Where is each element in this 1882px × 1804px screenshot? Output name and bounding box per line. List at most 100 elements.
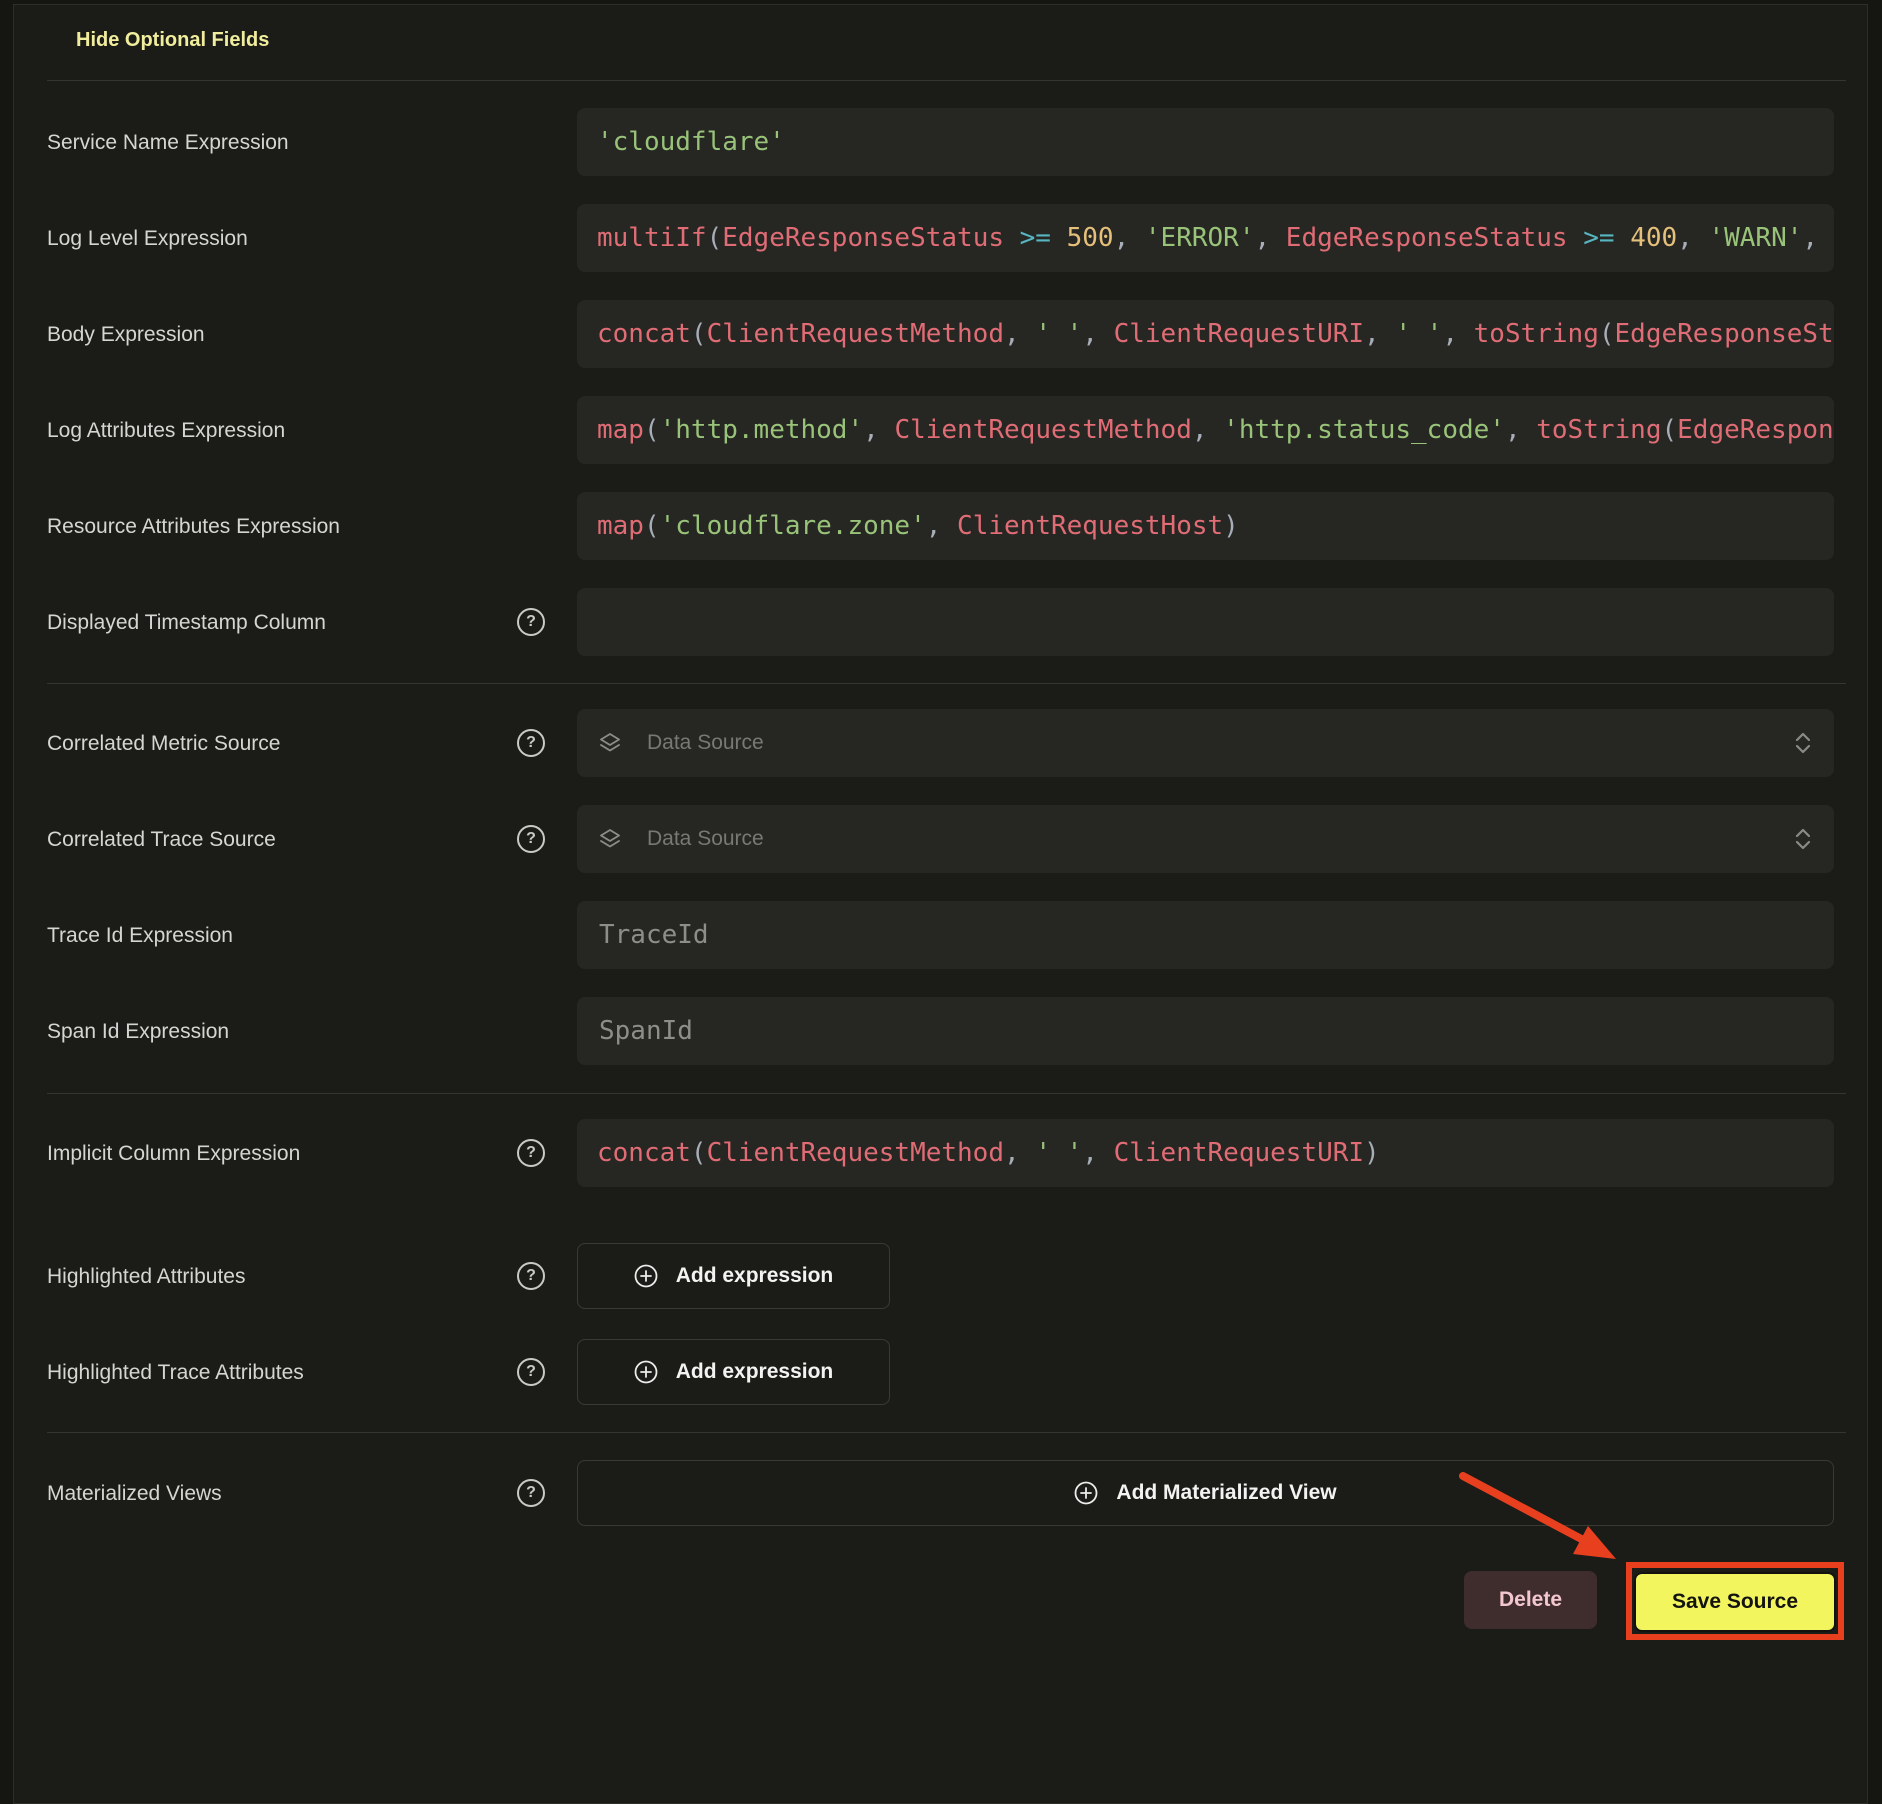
implicit-column-expression-input[interactable]: concat(ClientRequestMethod, ' ', ClientR… (577, 1119, 1834, 1187)
help-icon[interactable]: ? (517, 1479, 545, 1507)
trace-id-expression-input[interactable] (597, 919, 1814, 951)
code-token: ClientRequestURI (1114, 1138, 1364, 1168)
code-token: ClientRequestURI (1114, 319, 1364, 349)
divider (47, 80, 1846, 81)
code-token: 'cloudflare' (597, 127, 785, 157)
plus-circle-icon (634, 1360, 658, 1384)
code-token: 500 (1067, 223, 1114, 253)
field-label-log-attributes: Log Attributes Expression (47, 417, 285, 445)
code-token: 'WARN' (1708, 223, 1802, 253)
code-token: ( (1599, 319, 1615, 349)
code-token: 'cloudflare.zone' (660, 511, 926, 541)
code-token: >= (1568, 223, 1631, 253)
help-icon[interactable]: ? (517, 1262, 545, 1290)
correlated-metric-source-select[interactable]: Data Source (577, 709, 1834, 777)
field-label-displayed-timestamp: Displayed Timestamp Column (47, 609, 326, 637)
code-token: , (1677, 223, 1708, 253)
code-token: multiIf (597, 223, 707, 253)
code-token: EdgeResponseStatus (1677, 415, 1834, 445)
code-token: ) (1223, 511, 1239, 541)
field-label-highlighted-attributes: Highlighted Attributes (47, 1263, 245, 1291)
code-token: ( (691, 1138, 707, 1168)
code-token: ( (644, 511, 660, 541)
source-settings-form: { "header": { "hide_optional_fields": "H… (0, 0, 1882, 1678)
code-token: , (1082, 319, 1113, 349)
hide-optional-fields-link[interactable]: Hide Optional Fields (76, 29, 269, 52)
code-token: 400 (1630, 223, 1677, 253)
code-token: >= (1004, 223, 1067, 253)
code-token: EdgeResponseStatus (722, 223, 1004, 253)
code-token: , (1192, 415, 1223, 445)
code-token: EdgeResponseStatus (1286, 223, 1568, 253)
correlated-trace-source-select[interactable]: Data Source (577, 805, 1834, 873)
delete-button[interactable]: Delete (1464, 1571, 1597, 1629)
resource-attributes-expression-input[interactable]: map('cloudflare.zone', ClientRequestHost… (577, 492, 1834, 560)
trace-id-input-wrap (577, 901, 1834, 969)
field-label-trace-id: Trace Id Expression (47, 922, 233, 950)
field-label-correlated-metric: Correlated Metric Source (47, 730, 280, 758)
plus-circle-icon (634, 1264, 658, 1288)
span-id-expression-input[interactable] (597, 1015, 1814, 1047)
help-icon[interactable]: ? (517, 1139, 545, 1167)
code-token: 'http.method' (660, 415, 864, 445)
field-label-service-name: Service Name Expression (47, 129, 289, 157)
code-token: toString (1536, 415, 1661, 445)
select-placeholder: Data Source (647, 827, 1792, 851)
code-token: EdgeResponseStatus (1615, 319, 1834, 349)
code-token: , (1004, 1138, 1035, 1168)
code-token: ClientRequestMethod (707, 1138, 1004, 1168)
code-token: ' ' (1035, 1138, 1082, 1168)
code-token: , (1082, 1138, 1113, 1168)
code-token: ' ' (1395, 319, 1442, 349)
code-token: concat (597, 319, 691, 349)
code-token: ClientRequestMethod (894, 415, 1191, 445)
layers-icon (597, 730, 623, 756)
save-source-button[interactable]: Save Source (1634, 1572, 1836, 1632)
span-id-input-wrap (577, 997, 1834, 1065)
help-icon[interactable]: ? (517, 825, 545, 853)
chevron-selector-icon (1792, 825, 1814, 853)
code-token: ( (707, 223, 723, 253)
help-icon[interactable]: ? (517, 1358, 545, 1386)
log-level-expression-input[interactable]: multiIf(EdgeResponseStatus >= 500, 'ERRO… (577, 204, 1834, 272)
displayed-timestamp-input-wrap (577, 588, 1834, 656)
code-token: , (1802, 223, 1833, 253)
plus-circle-icon (1074, 1481, 1098, 1505)
field-label-resource-attributes: Resource Attributes Expression (47, 513, 340, 541)
add-expression-button[interactable]: Add expression (577, 1339, 890, 1405)
code-token: ( (691, 319, 707, 349)
code-token: ) (1364, 1138, 1380, 1168)
body-expression-input[interactable]: concat(ClientRequestMethod, ' ', ClientR… (577, 300, 1834, 368)
code-token: , (1505, 415, 1536, 445)
add-expression-label: Add expression (676, 1264, 834, 1288)
divider (47, 1093, 1846, 1094)
log-attributes-expression-input[interactable]: map('http.method', ClientRequestMethod, … (577, 396, 1834, 464)
divider (47, 1432, 1846, 1433)
code-token: , (1442, 319, 1473, 349)
code-token: , (926, 511, 957, 541)
service-name-expression-input[interactable]: 'cloudflare' (577, 108, 1834, 176)
help-icon[interactable]: ? (517, 729, 545, 757)
code-token: 'http.status_code' (1223, 415, 1505, 445)
code-token: , (1114, 223, 1145, 253)
field-label-highlighted-trace-attributes: Highlighted Trace Attributes (47, 1359, 304, 1387)
code-token: ( (644, 415, 660, 445)
add-materialized-view-button[interactable]: Add Materialized View (577, 1460, 1834, 1526)
code-token: ' ' (1035, 319, 1082, 349)
field-label-log-level: Log Level Expression (47, 225, 248, 253)
help-icon[interactable]: ? (517, 608, 545, 636)
code-token: ClientRequestMethod (707, 319, 1004, 349)
code-token: , (1254, 223, 1285, 253)
field-label-correlated-trace: Correlated Trace Source (47, 826, 276, 854)
add-materialized-view-label: Add Materialized View (1116, 1481, 1336, 1505)
code-token: , (1364, 319, 1395, 349)
field-label-span-id: Span Id Expression (47, 1018, 229, 1046)
select-placeholder: Data Source (647, 731, 1792, 755)
code-token: 'ERROR' (1145, 223, 1255, 253)
code-token: ClientRequestHost (957, 511, 1223, 541)
displayed-timestamp-input[interactable] (597, 606, 1814, 638)
layers-icon (597, 826, 623, 852)
add-expression-button[interactable]: Add expression (577, 1243, 890, 1309)
code-token: map (597, 511, 644, 541)
code-token: concat (597, 1138, 691, 1168)
